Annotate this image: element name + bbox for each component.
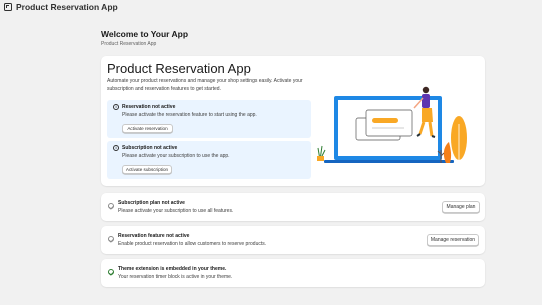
subscription-alert: i Subscription not active Please activat…	[107, 141, 311, 179]
activate-subscription-button[interactable]: Activate subscription	[122, 165, 172, 174]
check-circle-icon	[108, 203, 114, 209]
page-title: Welcome to Your App	[101, 29, 189, 39]
app-window-icon	[4, 3, 12, 11]
row-text: Enable product reservation to allow cust…	[118, 241, 267, 247]
person-head	[422, 86, 430, 94]
row-text: Your reservation timer block is active i…	[118, 274, 233, 280]
tree-orange	[443, 142, 452, 163]
check-circle-icon	[108, 269, 114, 275]
hero-description: Automate your product reservations and m…	[107, 78, 303, 92]
subscription-plan-row: Subscription plan not active Please acti…	[101, 193, 485, 221]
app-title: Product Reservation App	[16, 2, 118, 12]
laptop-base	[324, 160, 454, 163]
alert-title: Reservation not active	[122, 104, 176, 110]
person-legs	[422, 108, 433, 122]
page-heading: Welcome to Your App Product Reservation …	[101, 29, 188, 47]
activate-reservation-button[interactable]: Activate reservation	[122, 124, 173, 133]
alert-text: Please activate your subscription to use…	[122, 153, 230, 159]
check-circle-icon	[108, 236, 114, 242]
reservation-alert: i Reservation not active Please activate…	[107, 100, 311, 138]
manage-reservation-button[interactable]: Manage reservation	[427, 234, 479, 246]
window-highlight-bar	[372, 118, 398, 123]
row-title: Subscription plan not active	[118, 200, 185, 206]
hero-card: Product Reservation App Automate your pr…	[101, 56, 485, 186]
row-title: Theme extension is embedded in your them…	[118, 266, 227, 272]
row-title: Reservation feature not active	[118, 233, 190, 239]
hero-title: Product Reservation App	[107, 61, 251, 76]
info-icon: i	[113, 104, 119, 110]
alert-text: Please activate the reservation feature …	[122, 112, 257, 118]
reservation-feature-row: Reservation feature not active Enable pr…	[101, 226, 485, 254]
row-text: Please activate your subscription to use…	[118, 208, 234, 214]
top-bar: Product Reservation App	[0, 0, 542, 14]
manage-plan-button[interactable]: Manage plan	[442, 201, 480, 213]
alert-title: Subscription not active	[122, 145, 178, 151]
page-subtitle: Product Reservation App	[101, 41, 157, 47]
theme-extension-row: Theme extension is embedded in your them…	[101, 259, 485, 287]
hero-illustration	[317, 86, 467, 163]
info-icon: i	[113, 145, 119, 151]
person-torso	[422, 94, 430, 108]
